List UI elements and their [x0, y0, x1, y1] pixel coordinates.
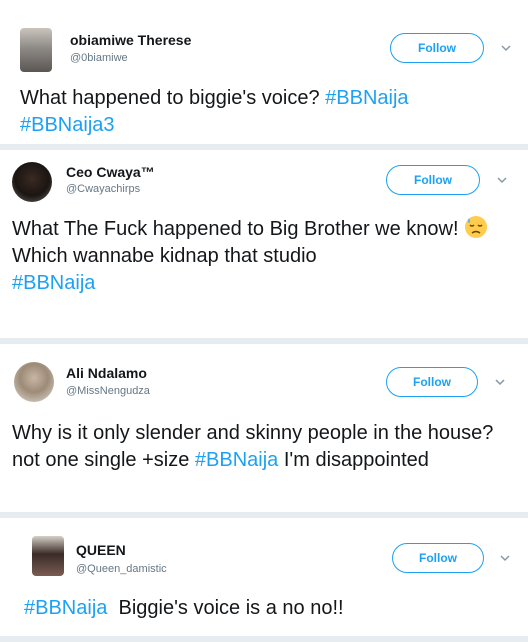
- user-name[interactable]: obiamiwe Therese: [70, 32, 191, 48]
- follow-button[interactable]: Follow: [392, 543, 484, 573]
- user-handle[interactable]: @Queen_damistic: [76, 563, 167, 575]
- tweet-text: Why is it only slender and skinny people…: [12, 420, 518, 474]
- chevron-down-icon[interactable]: [498, 551, 512, 565]
- avatar[interactable]: [12, 162, 52, 202]
- hashtag-link[interactable]: #BBNaija3: [20, 114, 115, 136]
- tweet-card: QUEEN @Queen_damistic Follow #BBNaija Bi…: [0, 518, 528, 636]
- user-handle[interactable]: @Cwayachirps: [66, 183, 140, 195]
- downcast-face-with-sweat-icon: [465, 216, 488, 238]
- tweet-card: Ali Ndalamo @MissNengudza Follow Why is …: [0, 344, 528, 512]
- user-name[interactable]: QUEEN: [76, 542, 126, 558]
- hashtag-link[interactable]: #BBNaija: [12, 272, 95, 294]
- tweet-text-part: I'm disappointed: [278, 449, 429, 471]
- user-name[interactable]: Ceo Cwaya™: [66, 164, 155, 180]
- follow-button[interactable]: Follow: [386, 367, 478, 397]
- tweet-text-part: Which wannabe kidnap that studio: [12, 245, 317, 267]
- follow-button[interactable]: Follow: [386, 165, 480, 195]
- user-name[interactable]: Ali Ndalamo: [66, 365, 147, 381]
- tweet-text: What The Fuck happened to Big Brother we…: [12, 215, 518, 297]
- tweet-text: What happened to biggie's voice? #BBNaij…: [20, 85, 518, 139]
- tweet-card: obiamiwe Therese @0biamiwe Follow What h…: [0, 0, 528, 144]
- tweet-text-part: Biggie's voice is a no no!!: [107, 597, 344, 619]
- avatar[interactable]: [20, 28, 52, 72]
- avatar[interactable]: [14, 362, 54, 402]
- tweet-text: #BBNaija Biggie's voice is a no no!!: [24, 595, 518, 622]
- chevron-down-icon[interactable]: [493, 375, 507, 389]
- follow-button[interactable]: Follow: [390, 33, 484, 63]
- chevron-down-icon[interactable]: [499, 41, 513, 55]
- hashtag-link[interactable]: #BBNaija: [24, 597, 107, 619]
- avatar[interactable]: [32, 536, 64, 576]
- user-handle[interactable]: @0biamiwe: [70, 52, 128, 64]
- hashtag-link[interactable]: #BBNaija: [325, 87, 408, 109]
- user-handle[interactable]: @MissNengudza: [66, 385, 150, 397]
- tweet-text-part: What The Fuck happened to Big Brother we…: [12, 218, 465, 240]
- tweet-text-part: What happened to biggie's voice?: [20, 87, 326, 109]
- tweet-card: Ceo Cwaya™ @Cwayachirps Follow What The …: [0, 150, 528, 338]
- hashtag-link[interactable]: #BBNaija: [195, 449, 278, 471]
- chevron-down-icon[interactable]: [495, 173, 509, 187]
